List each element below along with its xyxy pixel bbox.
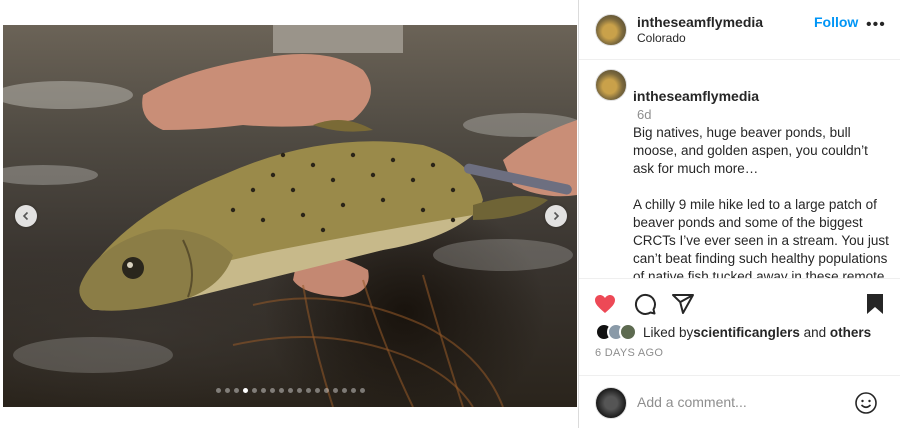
carousel-dot — [314, 388, 320, 393]
carousel-indicator — [3, 388, 577, 393]
post-actions: Liked by scientificanglers and others 6 … — [579, 278, 900, 428]
likes-user-link[interactable]: scientificanglers — [693, 325, 800, 340]
comment-button[interactable] — [633, 292, 657, 316]
likes-and: and — [799, 324, 830, 340]
carousel-dot — [296, 388, 302, 393]
carousel-dot — [233, 388, 239, 393]
carousel-dot — [350, 388, 356, 393]
carousel-dot — [251, 388, 257, 393]
caption-timestamp: 6d — [637, 107, 652, 122]
carousel-dot — [278, 388, 284, 393]
liker-avatar[interactable] — [619, 323, 637, 341]
carousel-dot — [224, 388, 230, 393]
likes-summary: Liked by scientificanglers and others — [595, 323, 871, 341]
post-caption: intheseamflymedia 6d Big natives, huge b… — [595, 69, 895, 279]
carousel-dot — [215, 388, 221, 393]
caption-paragraph-1: Big natives, huge beaver ponds, bull moo… — [633, 125, 868, 176]
bookmark-icon — [867, 294, 883, 314]
likes-prefix: Liked by — [643, 324, 694, 340]
carousel-dot — [359, 388, 365, 393]
emoji-button[interactable] — [854, 391, 878, 415]
follow-button[interactable]: Follow — [814, 14, 858, 30]
post-details-panel: intheseamflymedia Colorado Follow ••• in… — [578, 0, 900, 428]
comment-composer: Add a comment... — [579, 375, 900, 428]
author-username[interactable]: intheseamflymedia — [637, 14, 763, 30]
carousel-dot — [341, 388, 347, 393]
carousel-dot — [323, 388, 329, 393]
post-location[interactable]: Colorado — [637, 31, 686, 45]
comment-input[interactable]: Add a comment... — [637, 394, 747, 410]
trout-photo-illustration — [3, 25, 577, 407]
carousel-dot — [332, 388, 338, 393]
like-button[interactable] — [593, 292, 617, 316]
chevron-right-icon — [553, 211, 560, 221]
author-avatar[interactable] — [595, 14, 627, 46]
caption-author-username[interactable]: intheseamflymedia — [633, 88, 759, 104]
carousel-dot — [260, 388, 266, 393]
carousel-dot — [287, 388, 293, 393]
emoji-icon — [855, 392, 877, 414]
caption-author-avatar[interactable] — [595, 69, 627, 101]
more-options-icon[interactable]: ••• — [866, 16, 886, 34]
comment-icon — [634, 293, 656, 315]
previous-image-button[interactable] — [15, 205, 37, 227]
likes-others-link[interactable]: others — [830, 325, 871, 340]
share-icon — [672, 294, 694, 314]
post-header: intheseamflymedia Colorado Follow ••• — [579, 0, 900, 60]
save-button[interactable] — [863, 292, 887, 316]
post-timestamp: 6 DAYS AGO — [595, 347, 664, 359]
share-button[interactable] — [671, 292, 695, 316]
carousel-dot — [269, 388, 275, 393]
caption-paragraph-2: A chilly 9 mile hike led to a large patc… — [633, 197, 889, 279]
next-image-button[interactable] — [545, 205, 567, 227]
current-user-avatar — [595, 387, 627, 419]
post-image[interactable] — [3, 25, 577, 407]
chevron-left-icon — [22, 211, 29, 221]
heart-icon — [595, 295, 615, 313]
carousel-dot — [305, 388, 311, 393]
carousel-dot — [242, 388, 248, 393]
